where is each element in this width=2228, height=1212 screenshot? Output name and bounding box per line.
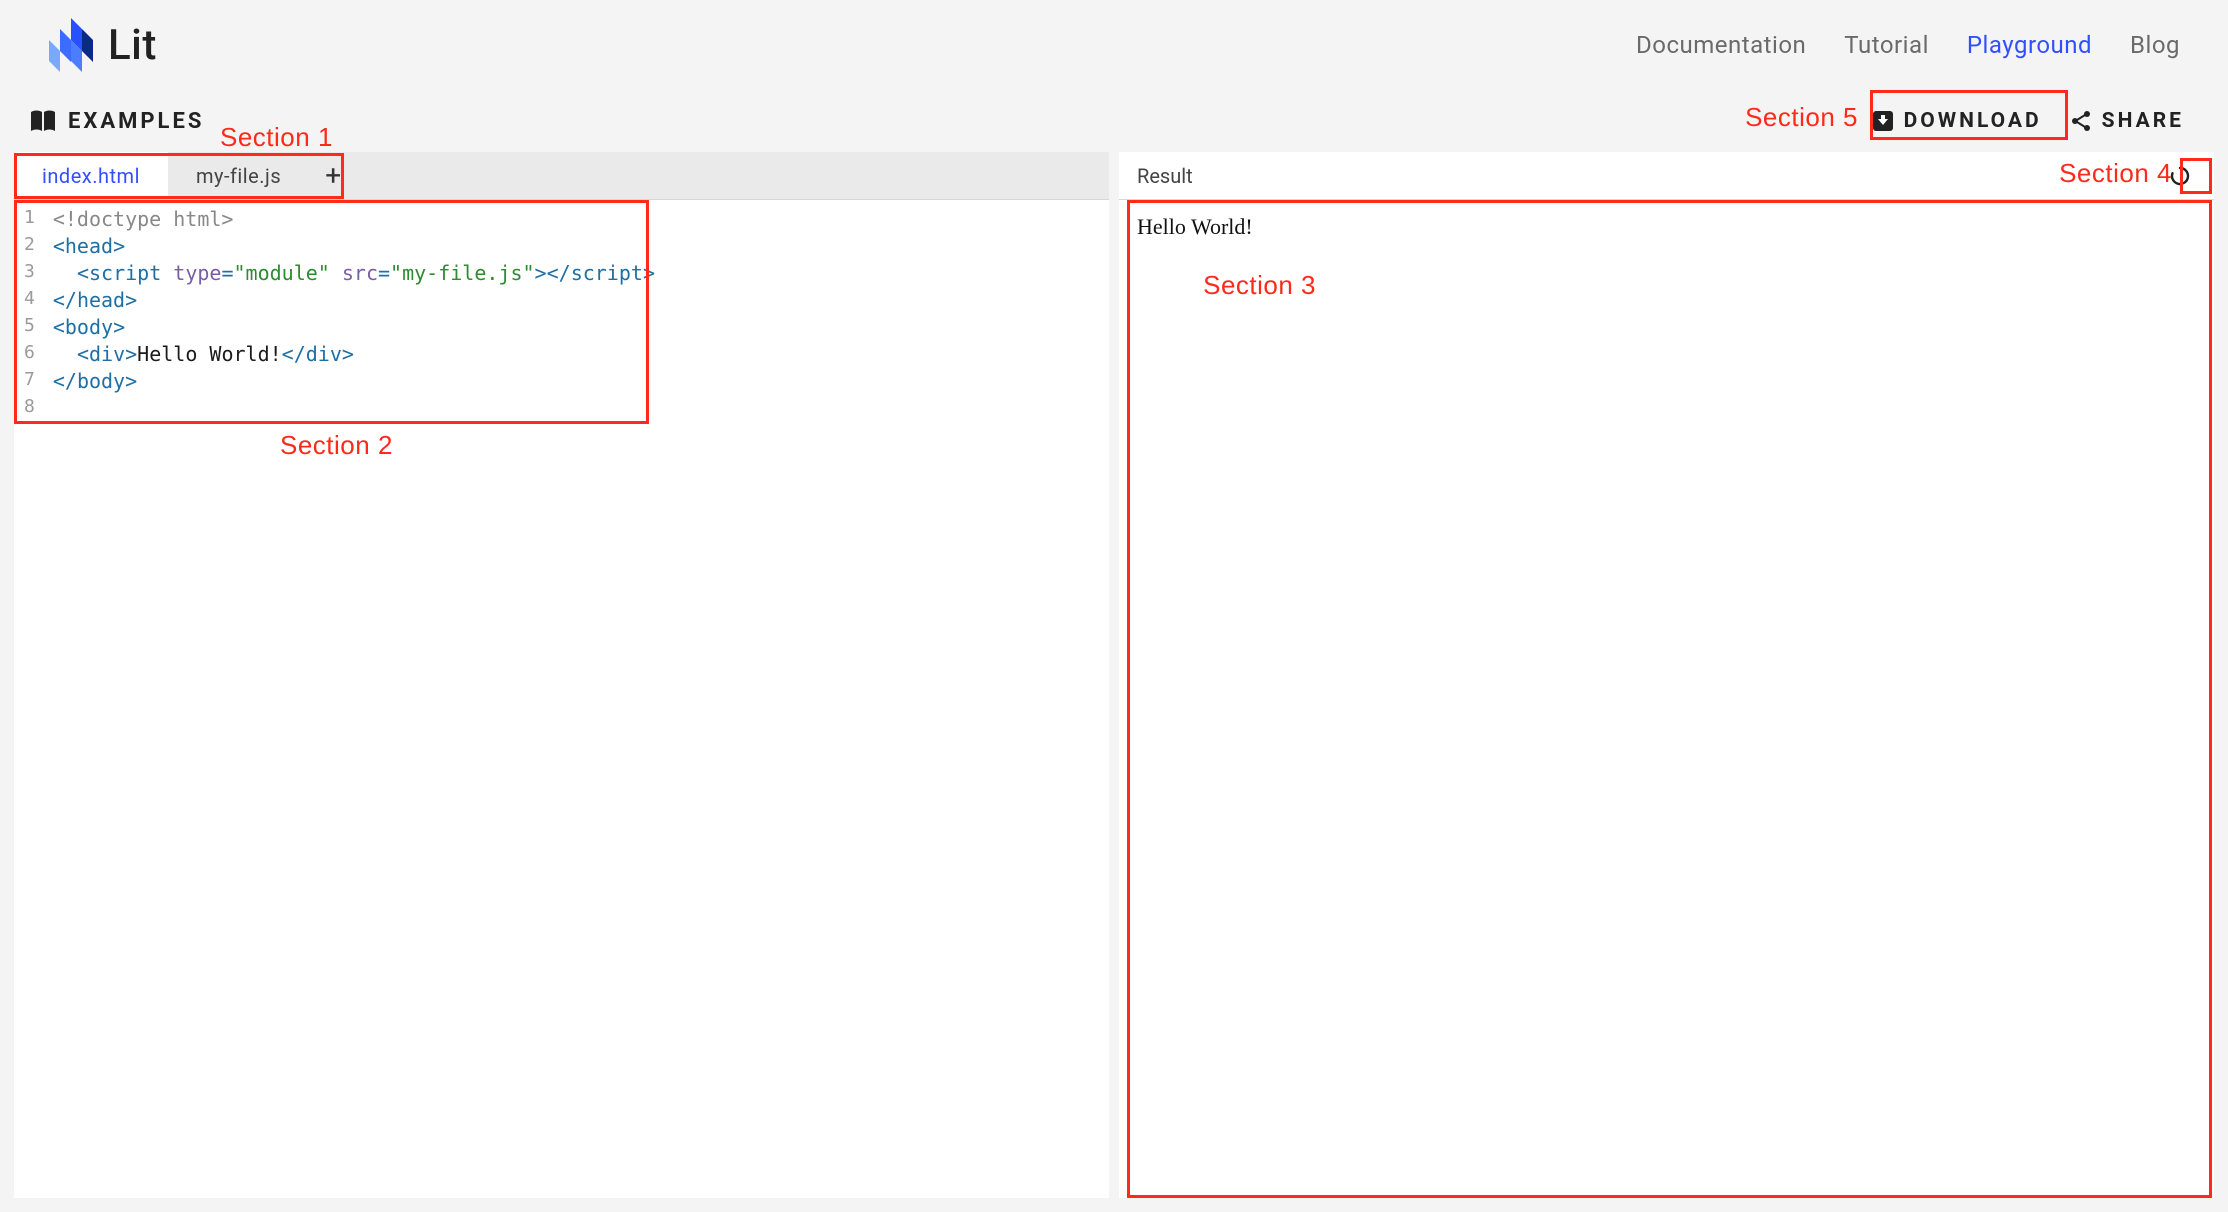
- code-editor[interactable]: 12345678 <!doctype html><head> <script t…: [14, 200, 1109, 1198]
- lit-logo-icon: [48, 18, 94, 72]
- code-token: head: [65, 234, 113, 258]
- file-tab-label: index.html: [42, 164, 140, 188]
- book-icon: [30, 110, 56, 132]
- nav-link-tutorial[interactable]: Tutorial: [1844, 31, 1929, 59]
- result-header: Result: [1119, 152, 2214, 200]
- code-token: >: [125, 288, 137, 312]
- plus-icon: +: [325, 159, 341, 192]
- code-token: "my-file.js": [390, 261, 535, 285]
- code-token: >: [535, 261, 547, 285]
- code-token: type: [173, 261, 221, 285]
- code-token: >: [342, 342, 354, 366]
- share-button[interactable]: SHARE: [2056, 101, 2198, 141]
- code-token: div: [89, 342, 125, 366]
- nav-link-playground[interactable]: Playground: [1967, 31, 2092, 59]
- code-token: [53, 342, 77, 366]
- line-number: 1: [24, 206, 35, 233]
- code-token: <: [53, 315, 65, 339]
- code-token: src: [342, 261, 378, 285]
- line-number: 2: [24, 233, 35, 260]
- line-number: 4: [24, 287, 35, 314]
- code-token: <: [77, 261, 89, 285]
- line-number: 7: [24, 368, 35, 395]
- brand-name: Lit: [108, 21, 157, 70]
- code-area[interactable]: <!doctype html><head> <script type="modu…: [43, 200, 665, 1198]
- line-number: 5: [24, 314, 35, 341]
- file-tab[interactable]: my-file.js: [168, 152, 309, 199]
- line-number: 6: [24, 341, 35, 368]
- playground: index.html my-file.js + 12345678 <!doctype…: [0, 152, 2228, 1212]
- code-token: </: [547, 261, 571, 285]
- code-token: >: [125, 369, 137, 393]
- examples-label: EXAMPLES: [68, 109, 204, 134]
- download-button[interactable]: DOWNLOAD: [1858, 101, 2056, 141]
- code-token: [53, 261, 77, 285]
- code-token: head: [77, 288, 125, 312]
- file-tab-label: my-file.js: [196, 164, 281, 188]
- playground-toolbar: EXAMPLES DOWNLOAD SHARE: [0, 90, 2228, 152]
- code-line[interactable]: <body>: [53, 314, 655, 341]
- code-token: >: [113, 234, 125, 258]
- line-gutter: 12345678: [14, 200, 43, 1198]
- download-icon: [1872, 110, 1894, 132]
- result-title: Result: [1137, 164, 1193, 188]
- nav-link-documentation[interactable]: Documentation: [1636, 31, 1806, 59]
- line-number: 3: [24, 260, 35, 287]
- code-token: script: [571, 261, 643, 285]
- code-token: >: [125, 342, 137, 366]
- share-label: SHARE: [2102, 109, 2184, 133]
- code-line[interactable]: [53, 395, 655, 422]
- code-token: </: [282, 342, 306, 366]
- reload-icon: [2169, 165, 2191, 187]
- examples-button[interactable]: EXAMPLES: [30, 109, 204, 134]
- code-line[interactable]: </body>: [53, 368, 655, 395]
- code-token: <: [77, 342, 89, 366]
- code-token: <!doctype html>: [53, 207, 234, 231]
- reload-button[interactable]: [2164, 160, 2196, 192]
- code-line[interactable]: </head>: [53, 287, 655, 314]
- nav-link-blog[interactable]: Blog: [2130, 31, 2180, 59]
- code-line[interactable]: <!doctype html>: [53, 206, 655, 233]
- code-token: Hello World!: [137, 342, 282, 366]
- file-tab[interactable]: index.html: [14, 152, 168, 199]
- result-body: Hello World!: [1119, 200, 2214, 1198]
- code-line[interactable]: <div>Hello World!</div>: [53, 341, 655, 368]
- code-line[interactable]: <script type="module" src="my-file.js"><…: [53, 260, 655, 287]
- code-token: body: [77, 369, 125, 393]
- code-token: =: [221, 261, 233, 285]
- code-token: div: [306, 342, 342, 366]
- code-token: >: [643, 261, 655, 285]
- result-pane: Result Hello World!: [1119, 152, 2214, 1198]
- editor-pane: index.html my-file.js + 12345678 <!doctype…: [14, 152, 1109, 1198]
- code-token: </: [53, 369, 77, 393]
- download-label: DOWNLOAD: [1904, 109, 2042, 133]
- code-token: <: [53, 234, 65, 258]
- add-file-button[interactable]: +: [309, 152, 357, 199]
- nav-links: Documentation Tutorial Playground Blog: [1636, 31, 2180, 59]
- code-token: </: [53, 288, 77, 312]
- code-token: body: [65, 315, 113, 339]
- code-token: =: [378, 261, 390, 285]
- brand[interactable]: Lit: [48, 18, 157, 72]
- code-token: >: [113, 315, 125, 339]
- code-token: "module": [234, 261, 330, 285]
- share-icon: [2070, 110, 2092, 132]
- code-token: [330, 261, 342, 285]
- line-number: 8: [24, 395, 35, 422]
- code-token: [161, 261, 173, 285]
- file-tabs: index.html my-file.js +: [14, 152, 1109, 200]
- result-output: Hello World!: [1137, 214, 1253, 239]
- top-nav: Lit Documentation Tutorial Playground Blog: [0, 0, 2228, 90]
- code-line[interactable]: <head>: [53, 233, 655, 260]
- code-token: script: [89, 261, 161, 285]
